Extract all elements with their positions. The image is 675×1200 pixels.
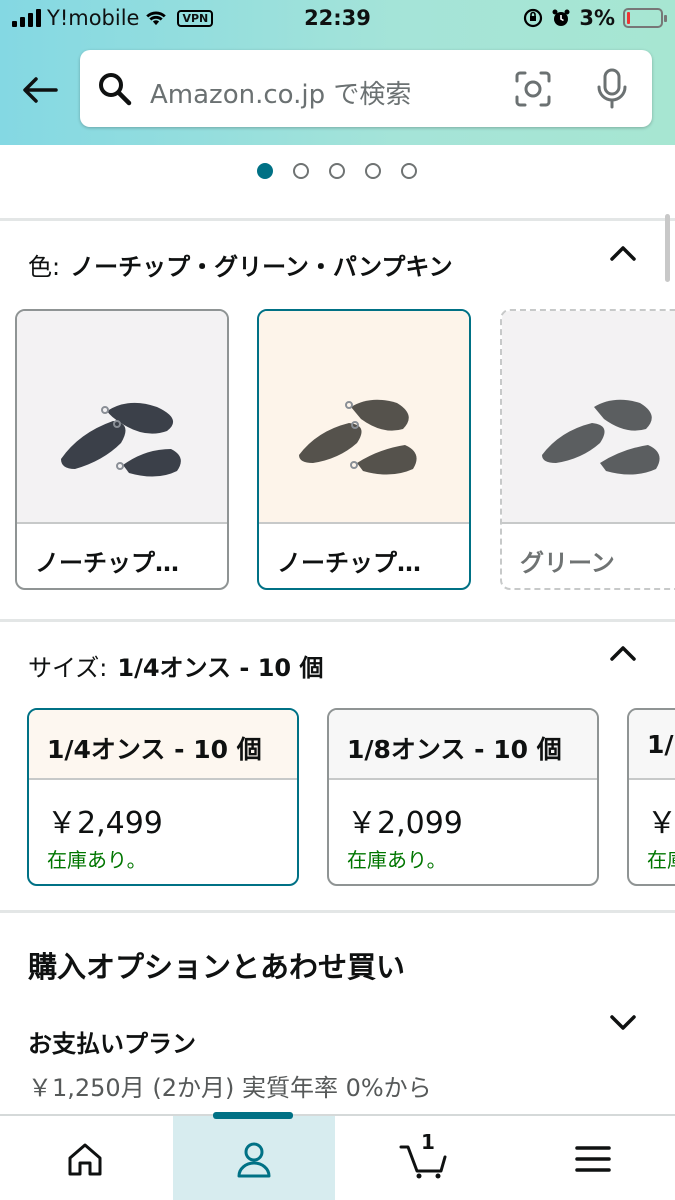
- menu-icon: [574, 1146, 611, 1172]
- account-icon: [237, 1142, 271, 1178]
- app-header: Y!mobile VPN 22:39 3% Amazon.co.jp で検索: [0, 0, 675, 145]
- color-selector-header[interactable]: 色: ノーチップ・グリーン・パンプキン: [28, 247, 453, 282]
- battery-icon: [623, 8, 667, 28]
- payment-plan-title[interactable]: お支払いプラン: [28, 1024, 196, 1059]
- carousel-dot[interactable]: [401, 163, 417, 179]
- nav-menu[interactable]: [510, 1116, 675, 1200]
- size-selected-value: 1/4オンス - 10 個: [117, 654, 324, 682]
- nav-home[interactable]: [0, 1116, 170, 1200]
- payment-plan-detail: ￥1,250月 (2か月) 実質年率 0%から: [28, 1074, 432, 1102]
- color-option-name: ノーチップ…: [277, 549, 421, 577]
- color-option-name: グリーン: [520, 549, 615, 577]
- microphone-icon[interactable]: [595, 68, 629, 110]
- size-option-stock: 在庫あり。: [347, 848, 447, 872]
- chevron-up-icon[interactable]: [609, 244, 637, 262]
- carousel-dot[interactable]: [293, 163, 309, 179]
- back-button[interactable]: [18, 72, 62, 108]
- section-divider: [0, 218, 675, 221]
- carousel-dot[interactable]: [329, 163, 345, 179]
- size-option-selected[interactable]: 1/4オンス - 10 個 ￥2,499 在庫あり。: [27, 708, 299, 886]
- color-option[interactable]: ノーチップ…: [15, 309, 229, 590]
- cart-count-badge: 1: [421, 1130, 435, 1154]
- image-carousel-indicator[interactable]: [257, 163, 417, 179]
- size-selector-header[interactable]: サイズ: 1/4オンス - 10 個: [28, 648, 324, 683]
- purchase-options-heading: 購入オプションとあわせ買い: [28, 950, 406, 984]
- battery-percent: 3%: [579, 6, 615, 30]
- nav-account[interactable]: [173, 1116, 335, 1200]
- size-option-name: 1/4オンス - 10 個: [47, 735, 262, 764]
- size-option-name: 1/8オンス - 10 個: [347, 735, 562, 764]
- size-option[interactable]: 1/ ￥ 在庫: [627, 708, 675, 886]
- size-option-name: 1/: [647, 730, 674, 759]
- size-option-price: ￥: [647, 806, 675, 841]
- color-label: 色:: [28, 253, 61, 281]
- bottom-nav: 1: [0, 1114, 675, 1200]
- back-arrow-icon: [23, 77, 58, 103]
- section-divider: [0, 910, 675, 913]
- rotation-lock-icon: [524, 8, 543, 28]
- search-bar[interactable]: Amazon.co.jp で検索: [80, 50, 652, 127]
- size-option[interactable]: 1/8オンス - 10 個 ￥2,099 在庫あり。: [327, 708, 599, 886]
- size-option-stock: 在庫あり。: [47, 848, 147, 872]
- chevron-down-icon[interactable]: [609, 1014, 637, 1032]
- alarm-icon: [552, 9, 570, 26]
- search-icon: [99, 73, 132, 106]
- scrollbar[interactable]: [665, 214, 670, 282]
- color-selected-value: ノーチップ・グリーン・パンプキン: [70, 253, 453, 281]
- nav-cart[interactable]: 1: [340, 1116, 510, 1200]
- size-option-stock: 在庫: [647, 848, 675, 872]
- carousel-dot[interactable]: [365, 163, 381, 179]
- color-option-unavailable[interactable]: グリーン: [500, 309, 675, 590]
- camera-scan-icon[interactable]: [514, 70, 552, 108]
- status-bar: Y!mobile VPN 22:39 3%: [0, 0, 675, 38]
- product-thumbnail: [259, 311, 469, 524]
- carousel-dot[interactable]: [257, 163, 273, 179]
- product-thumbnail: [17, 311, 227, 524]
- active-tab-indicator: [213, 1112, 293, 1119]
- size-option-price: ￥2,499: [47, 806, 163, 841]
- search-input[interactable]: Amazon.co.jp で検索: [150, 74, 411, 111]
- color-option-selected[interactable]: ノーチップ…: [257, 309, 471, 590]
- chevron-up-icon[interactable]: [609, 644, 637, 662]
- home-icon: [68, 1143, 102, 1176]
- color-option-name: ノーチップ…: [35, 549, 179, 577]
- section-divider: [0, 619, 675, 622]
- size-label: サイズ:: [28, 654, 108, 682]
- product-thumbnail: [502, 311, 675, 524]
- size-option-price: ￥2,099: [347, 806, 463, 841]
